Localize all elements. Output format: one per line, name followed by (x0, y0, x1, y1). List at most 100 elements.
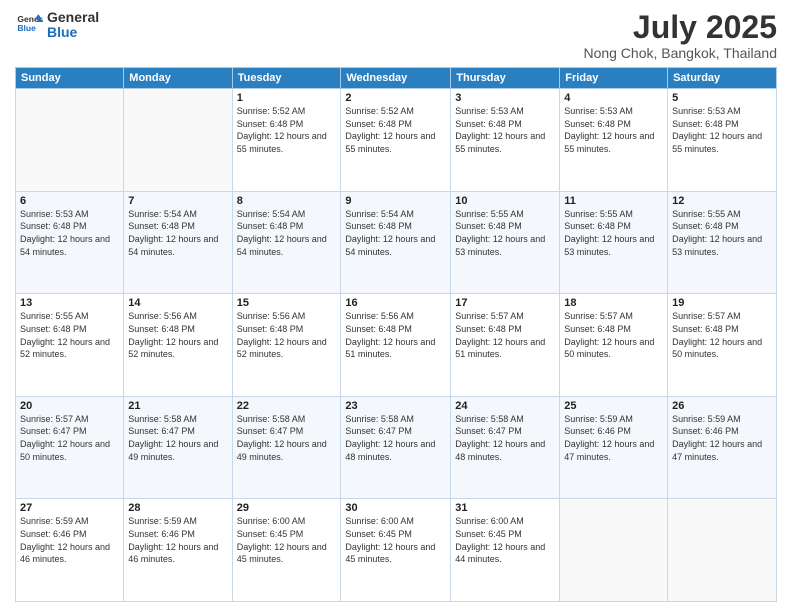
day-info: Sunset: 6:47 PM (237, 425, 337, 438)
day-info: Sunset: 6:48 PM (237, 220, 337, 233)
day-info: Sunrise: 5:55 AM (20, 310, 119, 323)
day-info: Daylight: 12 hours and 53 minutes. (455, 233, 555, 258)
calendar-cell: 15Sunrise: 5:56 AMSunset: 6:48 PMDayligh… (232, 294, 341, 397)
calendar-cell: 8Sunrise: 5:54 AMSunset: 6:48 PMDaylight… (232, 191, 341, 294)
day-number: 29 (237, 502, 337, 514)
day-number: 26 (672, 400, 772, 412)
day-info: Daylight: 12 hours and 47 minutes. (564, 438, 663, 463)
day-info: Sunrise: 5:58 AM (455, 413, 555, 426)
day-number: 17 (455, 297, 555, 309)
calendar-cell: 4Sunrise: 5:53 AMSunset: 6:48 PMDaylight… (560, 89, 668, 192)
day-info: Sunrise: 5:52 AM (237, 105, 337, 118)
day-info: Sunset: 6:46 PM (128, 528, 227, 541)
day-info: Sunrise: 5:52 AM (345, 105, 446, 118)
day-info: Sunrise: 5:59 AM (20, 515, 119, 528)
calendar-cell: 6Sunrise: 5:53 AMSunset: 6:48 PMDaylight… (16, 191, 124, 294)
day-number: 4 (564, 92, 663, 104)
day-number: 18 (564, 297, 663, 309)
day-info: Sunrise: 5:59 AM (672, 413, 772, 426)
day-number: 11 (564, 195, 663, 207)
day-number: 12 (672, 195, 772, 207)
calendar-day-header: Thursday (451, 68, 560, 89)
day-number: 13 (20, 297, 119, 309)
day-info: Sunset: 6:48 PM (455, 323, 555, 336)
day-number: 23 (345, 400, 446, 412)
day-info: Daylight: 12 hours and 54 minutes. (237, 233, 337, 258)
day-info: Sunset: 6:48 PM (20, 220, 119, 233)
day-info: Sunset: 6:48 PM (672, 323, 772, 336)
day-number: 30 (345, 502, 446, 514)
calendar-week-row: 13Sunrise: 5:55 AMSunset: 6:48 PMDayligh… (16, 294, 777, 397)
calendar-cell (668, 499, 777, 602)
day-info: Sunset: 6:48 PM (672, 118, 772, 131)
day-info: Daylight: 12 hours and 54 minutes. (128, 233, 227, 258)
day-info: Daylight: 12 hours and 52 minutes. (20, 336, 119, 361)
day-info: Sunrise: 5:55 AM (564, 208, 663, 221)
day-info: Daylight: 12 hours and 48 minutes. (345, 438, 446, 463)
day-number: 2 (345, 92, 446, 104)
day-info: Sunset: 6:48 PM (564, 220, 663, 233)
day-info: Sunset: 6:46 PM (20, 528, 119, 541)
day-info: Sunrise: 5:57 AM (672, 310, 772, 323)
calendar-header-row: SundayMondayTuesdayWednesdayThursdayFrid… (16, 68, 777, 89)
day-info: Sunrise: 5:57 AM (455, 310, 555, 323)
day-info: Sunset: 6:48 PM (564, 118, 663, 131)
logo: General Blue General Blue (15, 10, 99, 41)
calendar-cell: 22Sunrise: 5:58 AMSunset: 6:47 PMDayligh… (232, 396, 341, 499)
calendar-cell: 10Sunrise: 5:55 AMSunset: 6:48 PMDayligh… (451, 191, 560, 294)
calendar-cell: 30Sunrise: 6:00 AMSunset: 6:45 PMDayligh… (341, 499, 451, 602)
calendar-cell: 11Sunrise: 5:55 AMSunset: 6:48 PMDayligh… (560, 191, 668, 294)
day-info: Sunset: 6:48 PM (345, 220, 446, 233)
day-info: Daylight: 12 hours and 50 minutes. (20, 438, 119, 463)
calendar-cell: 5Sunrise: 5:53 AMSunset: 6:48 PMDaylight… (668, 89, 777, 192)
day-info: Daylight: 12 hours and 45 minutes. (237, 541, 337, 566)
calendar-cell: 14Sunrise: 5:56 AMSunset: 6:48 PMDayligh… (124, 294, 232, 397)
day-info: Daylight: 12 hours and 55 minutes. (237, 130, 337, 155)
day-info: Sunrise: 5:54 AM (237, 208, 337, 221)
day-info: Sunset: 6:48 PM (345, 323, 446, 336)
calendar-cell: 1Sunrise: 5:52 AMSunset: 6:48 PMDaylight… (232, 89, 341, 192)
calendar-cell: 16Sunrise: 5:56 AMSunset: 6:48 PMDayligh… (341, 294, 451, 397)
calendar-day-header: Saturday (668, 68, 777, 89)
day-info: Daylight: 12 hours and 48 minutes. (455, 438, 555, 463)
day-info: Sunset: 6:48 PM (455, 220, 555, 233)
day-number: 3 (455, 92, 555, 104)
day-number: 24 (455, 400, 555, 412)
day-info: Sunset: 6:46 PM (672, 425, 772, 438)
day-info: Sunset: 6:48 PM (20, 323, 119, 336)
page-header: General Blue General Blue July 2025 Nong… (15, 10, 777, 61)
calendar-cell: 20Sunrise: 5:57 AMSunset: 6:47 PMDayligh… (16, 396, 124, 499)
logo-icon: General Blue (15, 11, 43, 39)
day-info: Daylight: 12 hours and 53 minutes. (672, 233, 772, 258)
day-info: Sunrise: 5:58 AM (237, 413, 337, 426)
logo-text-general: General (47, 10, 99, 25)
day-info: Sunset: 6:48 PM (128, 323, 227, 336)
calendar-cell: 29Sunrise: 6:00 AMSunset: 6:45 PMDayligh… (232, 499, 341, 602)
day-number: 7 (128, 195, 227, 207)
calendar-cell: 9Sunrise: 5:54 AMSunset: 6:48 PMDaylight… (341, 191, 451, 294)
day-info: Sunrise: 5:57 AM (564, 310, 663, 323)
day-number: 21 (128, 400, 227, 412)
day-info: Sunrise: 5:58 AM (345, 413, 446, 426)
day-number: 28 (128, 502, 227, 514)
day-info: Sunset: 6:48 PM (237, 118, 337, 131)
calendar-cell: 12Sunrise: 5:55 AMSunset: 6:48 PMDayligh… (668, 191, 777, 294)
day-info: Sunrise: 5:53 AM (455, 105, 555, 118)
day-number: 1 (237, 92, 337, 104)
calendar-cell: 3Sunrise: 5:53 AMSunset: 6:48 PMDaylight… (451, 89, 560, 192)
calendar-week-row: 1Sunrise: 5:52 AMSunset: 6:48 PMDaylight… (16, 89, 777, 192)
day-number: 27 (20, 502, 119, 514)
calendar-cell (124, 89, 232, 192)
day-info: Sunset: 6:47 PM (20, 425, 119, 438)
day-number: 31 (455, 502, 555, 514)
calendar-week-row: 20Sunrise: 5:57 AMSunset: 6:47 PMDayligh… (16, 396, 777, 499)
day-info: Sunrise: 5:56 AM (345, 310, 446, 323)
day-info: Sunrise: 5:58 AM (128, 413, 227, 426)
calendar-table: SundayMondayTuesdayWednesdayThursdayFrid… (15, 67, 777, 602)
day-number: 25 (564, 400, 663, 412)
day-info: Daylight: 12 hours and 54 minutes. (20, 233, 119, 258)
day-info: Daylight: 12 hours and 52 minutes. (128, 336, 227, 361)
calendar-cell (560, 499, 668, 602)
calendar-day-header: Sunday (16, 68, 124, 89)
calendar-cell: 13Sunrise: 5:55 AMSunset: 6:48 PMDayligh… (16, 294, 124, 397)
